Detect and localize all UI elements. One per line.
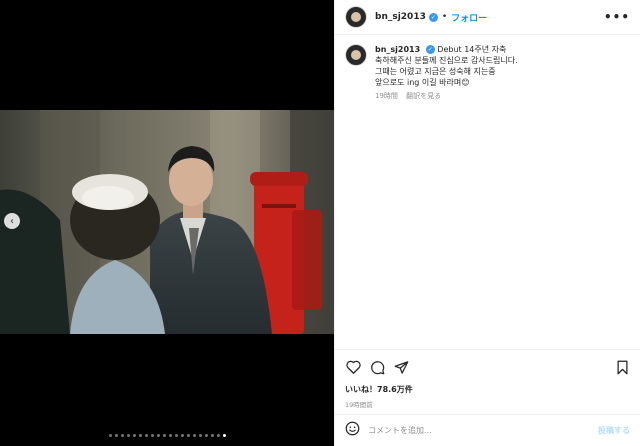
caption-avatar[interactable]: [345, 44, 367, 66]
carousel-dot: [216, 434, 220, 437]
carousel-dot: [132, 434, 136, 437]
post-header: bn_sj2013 ✓ • フォロー •••: [335, 0, 640, 35]
carousel-dot: [150, 434, 154, 437]
heart-icon[interactable]: [345, 359, 361, 375]
caption-username[interactable]: bn_sj2013: [375, 45, 420, 54]
separator-dot: •: [441, 12, 448, 22]
comment-icon[interactable]: [369, 359, 385, 375]
carousel-dot: [138, 434, 142, 437]
carousel-dot: [174, 434, 178, 437]
chevron-left-icon: ‹: [10, 215, 14, 227]
carousel-dot: [192, 434, 196, 437]
post-side-panel: bn_sj2013 ✓ • フォロー ••• bn_sj2013 ✓ Debut…: [334, 0, 640, 446]
carousel-dot: [210, 434, 214, 437]
carousel-dot: [186, 434, 190, 437]
carousel-dot: [144, 434, 148, 437]
previous-image-button[interactable]: ‹: [4, 213, 20, 229]
carousel-dot: [156, 434, 160, 437]
carousel-dot: [126, 434, 130, 437]
carousel-dot: [204, 434, 208, 437]
share-icon[interactable]: [393, 359, 409, 375]
post-time: 19時間前: [345, 401, 373, 409]
carousel-dot: [168, 434, 172, 437]
avatar[interactable]: [345, 6, 367, 28]
caption-line-2: 축하해주신 분들께 진심으로 감사드립니다.: [375, 56, 518, 65]
post-username[interactable]: bn_sj2013: [375, 12, 426, 22]
more-options-icon[interactable]: •••: [604, 10, 630, 24]
carousel-dot: [114, 434, 118, 437]
post-media: ‹: [0, 0, 334, 446]
bookmark-icon[interactable]: [614, 359, 630, 375]
comments-section: bn_sj2013 ✓ Debut 14주년 자축 축하해주신 분들께 진심으로…: [345, 44, 630, 102]
carousel-dot: [120, 434, 124, 437]
caption-time: 19時間: [375, 92, 398, 100]
comment-input[interactable]: [368, 426, 598, 435]
caption-line-4: 앞으로도 ing 이길 바라며😊: [375, 78, 470, 87]
emoji-icon[interactable]: [345, 421, 360, 440]
follow-button[interactable]: フォロー: [451, 11, 487, 24]
caption: bn_sj2013 ✓ Debut 14주년 자축 축하해주신 분들께 진심으로…: [345, 44, 630, 102]
post-photo[interactable]: [0, 110, 334, 334]
likes-count[interactable]: いいね！78.6万件: [335, 384, 640, 395]
photo-illustration: [0, 110, 334, 334]
carousel-indicator: [0, 434, 334, 437]
carousel-dot: [162, 434, 166, 437]
carousel-dot: [180, 434, 184, 437]
verified-icon: ✓: [428, 12, 438, 22]
action-bar: [335, 350, 640, 384]
caption-line-1: Debut 14주년 자축: [437, 45, 507, 54]
carousel-dot: [198, 434, 202, 437]
translate-link[interactable]: 翻訳を見る: [406, 92, 441, 100]
verified-icon: ✓: [425, 45, 435, 54]
carousel-dot-active: [222, 434, 226, 437]
caption-line-3: 그때는 어렸고 지금은 성숙해 지는중: [375, 67, 496, 76]
actions-area: いいね！78.6万件 19時間前: [335, 349, 640, 409]
post-comment-button[interactable]: 投稿する: [598, 425, 630, 436]
carousel-dot: [108, 434, 112, 437]
comment-bar: 投稿する: [335, 414, 640, 446]
